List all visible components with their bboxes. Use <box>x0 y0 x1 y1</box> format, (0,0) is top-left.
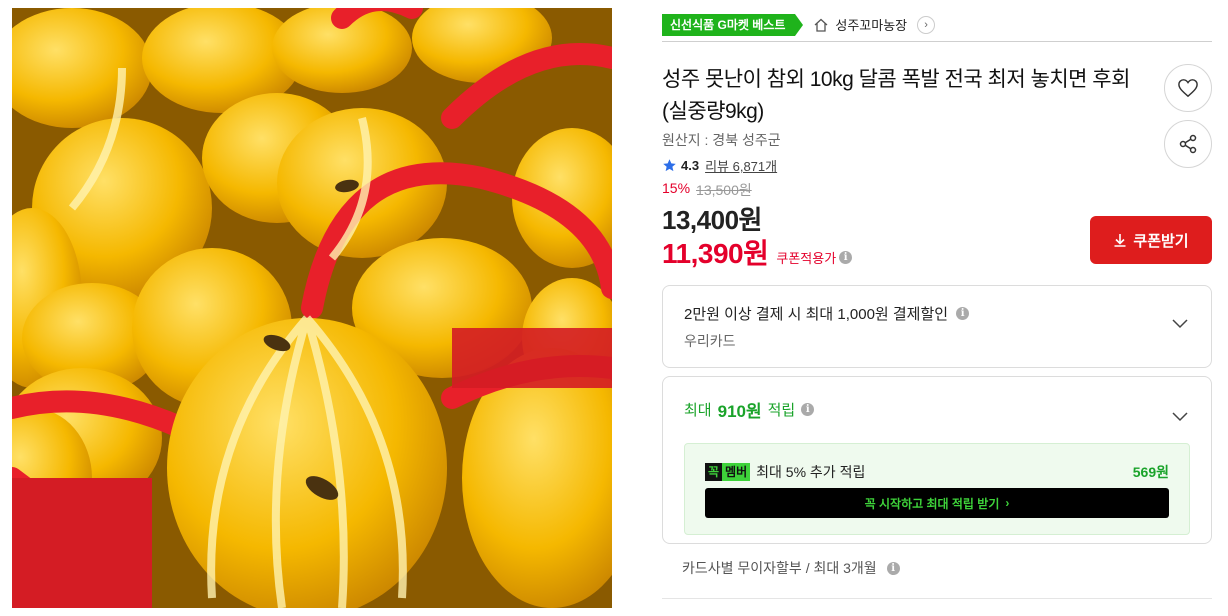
installment-text: 카드사별 무이자할부 / 최대 3개월 <box>682 560 877 576</box>
info-icon[interactable]: i <box>956 307 970 320</box>
home-icon <box>814 18 828 32</box>
share-button[interactable] <box>1164 120 1212 168</box>
product-topbar: 신선식품 G마켓 베스트 성주꼬마농장 › <box>662 8 1212 42</box>
original-price: 13,500원 <box>696 182 752 198</box>
review-count-link[interactable]: 리뷰 6,871개 <box>705 156 777 175</box>
chevron-down-icon[interactable] <box>1171 314 1189 332</box>
member-benefit-amount: 569원 <box>1132 464 1169 480</box>
download-icon <box>1114 234 1126 247</box>
heart-icon <box>1178 79 1198 98</box>
points-suffix: 적립 <box>767 402 796 419</box>
member-benefit-row: 꼭 멤버 최대 5% 추가 적립 569원 <box>705 462 1169 482</box>
product-image <box>12 8 612 608</box>
member-benefit-box: 꼭 멤버 최대 5% 추가 적립 569원 꼭 시작하고 최대 적립 받기 › <box>684 443 1190 535</box>
member-logo-a: 꼭 <box>705 463 723 481</box>
coupon-price-row: 11,390원 쿠폰적용가 i <box>662 232 853 272</box>
points-prefix: 최대 <box>684 402 712 419</box>
card-discount-panel[interactable]: 2만원 이상 결제 시 최대 1,000원 결제할인 i 우리카드 <box>662 285 1212 368</box>
best-badge[interactable]: 신선식품 G마켓 베스트 <box>662 13 804 36</box>
discount-rate: 15% <box>662 180 691 196</box>
member-logo: 꼭 멤버 <box>705 463 751 481</box>
favorite-button[interactable] <box>1164 64 1212 112</box>
points-amount: 910원 <box>717 402 762 421</box>
get-coupon-label: 쿠폰받기 <box>1133 232 1189 250</box>
star-icon <box>663 159 676 172</box>
product-info-panel: 신선식품 G마켓 베스트 성주꼬마농장 › 성주 못난이 참외 10kg 달콤 … <box>662 8 1212 599</box>
get-coupon-button[interactable]: 쿠폰받기 <box>1090 216 1212 264</box>
coupon-price-label: 쿠폰적용가 <box>776 251 837 266</box>
shop-name: 성주꼬마농장 <box>835 18 908 33</box>
discount-row: 15% 13,500원 <box>662 180 752 200</box>
installment-info: 카드사별 무이자할부 / 최대 3개월 i <box>682 558 900 578</box>
member-signup-label: 꼭 시작하고 최대 적립 받기 <box>864 496 1000 511</box>
chevron-right-icon: › <box>917 15 936 34</box>
member-logo-b: 멤버 <box>722 463 751 481</box>
member-benefit-text: 최대 5% 추가 적립 <box>756 464 866 480</box>
product-title: 성주 못난이 참외 10kg 달콤 폭발 전국 최저 놓치면 후회 (실중량9k… <box>662 68 1130 123</box>
chevron-down-icon[interactable] <box>1171 407 1189 425</box>
shop-link[interactable]: 성주꼬마농장 › <box>813 15 936 34</box>
coupon-price: 11,390원 <box>662 238 769 269</box>
rating-summary: 4.3 리뷰 6,871개 <box>662 156 777 175</box>
coupon-price-note[interactable]: 쿠폰적용가 i <box>776 248 853 267</box>
info-icon[interactable]: i <box>886 561 900 575</box>
card-discount-title: 2만원 이상 결제 시 최대 1,000원 결제할인 <box>684 306 949 323</box>
origin-info: 원산지 : 경북 성주군 <box>662 132 781 148</box>
divider <box>662 598 1212 599</box>
card-discount-row: 2만원 이상 결제 시 최대 1,000원 결제할인 i <box>684 303 970 324</box>
share-icon <box>1179 134 1197 154</box>
chevron-right-icon: › <box>1005 496 1010 510</box>
member-signup-button[interactable]: 꼭 시작하고 최대 적립 받기 › <box>705 488 1169 518</box>
points-header: 최대 910원 적립 i <box>684 397 815 422</box>
points-panel: 최대 910원 적립 i 꼭 멤버 최대 5% 추가 적립 569원 꼭 시작하… <box>662 376 1212 544</box>
info-icon[interactable]: i <box>801 403 815 416</box>
info-icon: i <box>839 251 853 264</box>
card-name: 우리카드 <box>684 333 736 349</box>
melon-photo <box>12 8 612 608</box>
rating-score: 4.3 <box>681 158 700 173</box>
